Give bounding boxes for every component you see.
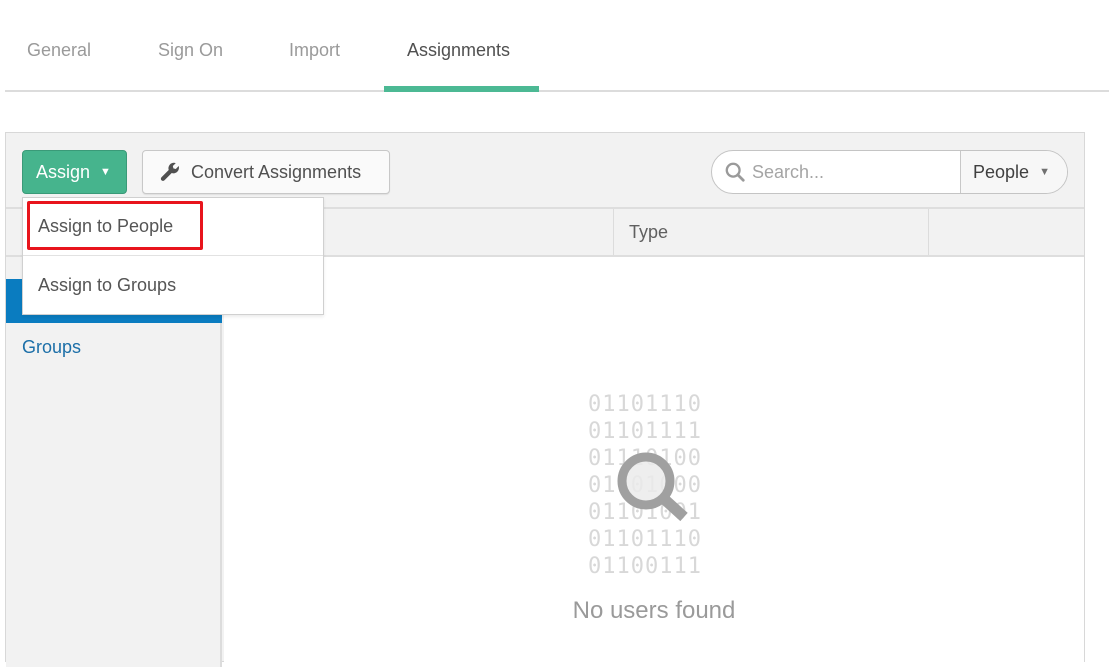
search-filter-value: People: [973, 161, 1030, 182]
empty-state-message: No users found: [572, 597, 736, 624]
convert-assignments-label: Convert Assignments: [191, 161, 362, 182]
assignment-sidebar: People Groups: [6, 257, 222, 667]
sidebar-item-groups[interactable]: Groups: [22, 337, 81, 358]
assign-button[interactable]: Assign ▼: [22, 150, 127, 194]
search-filter-select[interactable]: People ▼: [960, 151, 1067, 193]
caret-down-icon: ▼: [100, 166, 111, 178]
tab-import[interactable]: Import: [289, 40, 340, 61]
column-divider: [613, 209, 614, 255]
search-icon: [725, 162, 745, 182]
wrench-icon: [160, 162, 179, 181]
column-divider: [928, 209, 929, 255]
binary-line: 01101111: [588, 419, 702, 444]
assign-button-label: Assign: [36, 161, 91, 182]
menu-item-assign-to-people[interactable]: Assign to People: [23, 198, 323, 256]
search-input[interactable]: [752, 161, 952, 183]
results-area: 01101110 01101111 01110100 01101000 0110…: [224, 257, 1084, 667]
active-tab-indicator: [384, 86, 539, 92]
convert-assignments-button[interactable]: Convert Assignments: [142, 150, 390, 194]
menu-item-assign-to-groups[interactable]: Assign to Groups: [23, 256, 323, 314]
search-box: People ▼: [711, 150, 1068, 194]
assign-dropdown-menu: Assign to People Assign to Groups: [22, 197, 324, 315]
tab-sign-on[interactable]: Sign On: [158, 40, 223, 61]
column-header-type[interactable]: Type: [629, 222, 668, 243]
binary-line: 01100111: [588, 554, 702, 579]
tab-bar: General Sign On Import Assignments: [5, 0, 1109, 92]
binary-line: 01101110: [588, 392, 702, 417]
magnifier-icon: [617, 452, 688, 522]
tab-assignments[interactable]: Assignments: [407, 40, 510, 61]
tab-general[interactable]: General: [27, 40, 91, 61]
search-field: [712, 151, 960, 193]
caret-down-icon: ▼: [1039, 166, 1050, 178]
